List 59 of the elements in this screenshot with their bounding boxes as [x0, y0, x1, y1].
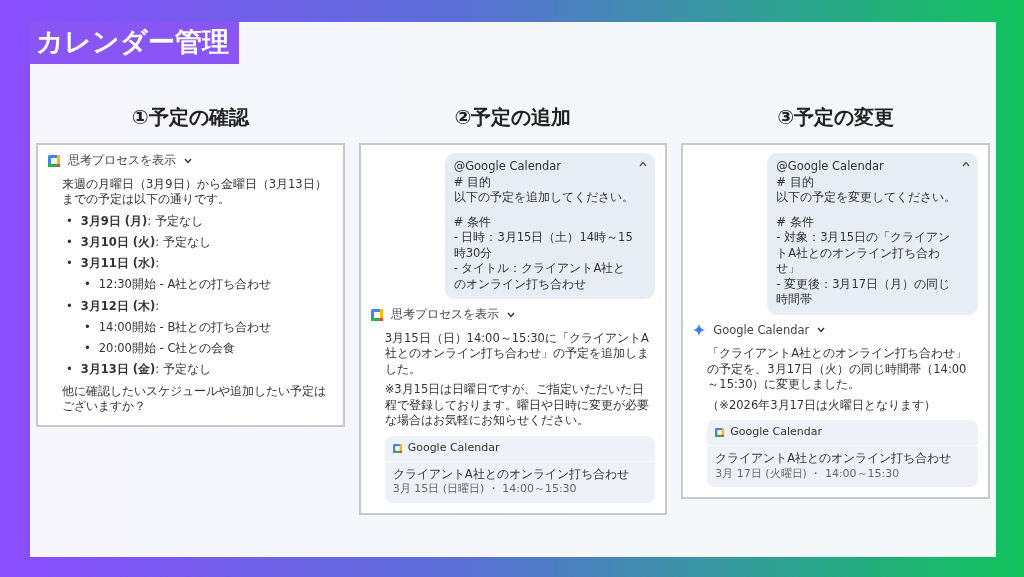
prompt-line: - 対象：3月15日の「クライアントA社とのオンライン打ち合わせ」 — [776, 230, 952, 277]
calendar-icon — [392, 443, 402, 453]
list-item-text: 3月11日 (水): — [80, 255, 160, 273]
prompt-line: # 目的 — [776, 174, 815, 191]
list-item-text: 14:00開始 - B社との打ち合わせ — [98, 318, 272, 336]
calendar-icon — [715, 428, 725, 438]
prompt-line: @Google Calendar — [776, 159, 885, 175]
card-app-name: Google Calendar — [730, 425, 823, 441]
prompt-line: # 条件 — [453, 214, 492, 231]
prompt-line: - タイトル：クライアントA社とのオンライン打ち合わせ — [453, 261, 627, 293]
event-card[interactable]: Google Calendar クライアントA社とのオンライン打ち合わせ 3月 17日 (火曜日) ・ 14:00～15:30 — [707, 420, 978, 488]
caret-up-icon[interactable] — [962, 161, 970, 167]
response-paragraph: 来週の月曜日（3月9日）から金曜日（3月13日）までの予定は以下の通りです。 — [62, 176, 328, 208]
card-app-name: Google Calendar — [407, 440, 500, 456]
list-item-text: 20:00開始 - C社との会食 — [98, 340, 236, 358]
list-item-text: 3月13日 (金): 予定なし — [80, 361, 211, 379]
list-item-text: 12:30開始 - A社との打ち合わせ — [98, 276, 272, 294]
chevron-down-icon[interactable] — [506, 311, 515, 318]
response-paragraph: 他に確認したいスケジュールや追加したい予定はございますか？ — [62, 383, 327, 415]
response-paragraph: 「クライアントA社とのオンライン打ち合わせ」の予定を、3月17日（火）の同じ時間帯（14:00～15:30）に変更しました。 — [707, 346, 969, 393]
list-item-text: 3月12日 (木): — [80, 297, 160, 315]
event-time: 3月 15日 (日曜日) ・ 14:00～15:30 — [392, 482, 578, 497]
response-paragraph: ※3月15日は日曜日ですが、ご指定いただいた日程で登録しております。曜日や日時に変更が必要な場合はお気軽にお知らせください。 — [384, 382, 650, 429]
prompt-line: 以下の予定を追加してください。 — [453, 190, 635, 206]
section-heading: ①予定の確認 — [131, 104, 249, 131]
event-time: 3月 17日 (火曜日) ・ 14:00～15:30 — [715, 466, 901, 482]
bullet-marker: • — [84, 318, 91, 336]
section-heading: ③予定の変更 — [777, 104, 895, 131]
bullet-marker: • — [66, 212, 73, 230]
event-card[interactable]: Google Calendar クライアントA社とのオンライン打ち合わせ 3月 15日 (日曜日) ・ 14:00～15:30 — [384, 435, 656, 503]
prompt-line: @Google Calendar — [453, 159, 563, 175]
prompt-line: # 目的 — [453, 174, 492, 191]
bullet-marker: • — [84, 276, 91, 294]
calendar-icon — [370, 308, 383, 321]
bullet-marker: • — [66, 297, 73, 315]
chevron-down-icon[interactable] — [184, 157, 192, 164]
calendar-icon — [48, 154, 60, 167]
section-heading: ②予定の追加 — [454, 104, 572, 131]
bullet-marker: • — [84, 340, 91, 358]
sparkle-icon — [693, 324, 706, 337]
caret-up-icon[interactable] — [639, 161, 648, 167]
list-item-text: 3月9日 (月): 予定なし — [80, 212, 203, 230]
response-paragraph: 3月15日（日）14:00～15:30に「クライアントA社とのオンライン打ち合わせ」の予定を追加しました。 — [384, 330, 650, 378]
bullet-marker: • — [66, 255, 73, 273]
response-header-label[interactable]: 思考プロセスを表示 — [68, 153, 176, 169]
response-header-label[interactable]: 思考プロセスを表示 — [390, 307, 499, 323]
response-paragraph: （※2026年3月17日は火曜日となります） — [707, 397, 938, 414]
chevron-down-icon[interactable] — [817, 327, 826, 334]
prompt-line: 以下の予定を変更してください。 — [776, 190, 958, 206]
prompt-line: - 変更後：3月17日（月）の同じ時間帯 — [776, 276, 952, 308]
bullet-marker: • — [66, 361, 73, 379]
event-title: クライアントA社とのオンライン打ち合わせ — [392, 466, 630, 483]
event-title: クライアントA社とのオンライン打ち合わせ — [715, 451, 953, 467]
slide-title: カレンダー管理 — [30, 22, 239, 64]
list-item-text: 3月10日 (火): 予定なし — [80, 233, 211, 251]
prompt-line: - 日時：3月15日（土）14時～15時30分 — [453, 230, 634, 262]
response-header-label[interactable]: Google Calendar — [713, 322, 810, 339]
prompt-line: # 条件 — [776, 214, 815, 231]
bullet-marker: • — [66, 233, 73, 251]
